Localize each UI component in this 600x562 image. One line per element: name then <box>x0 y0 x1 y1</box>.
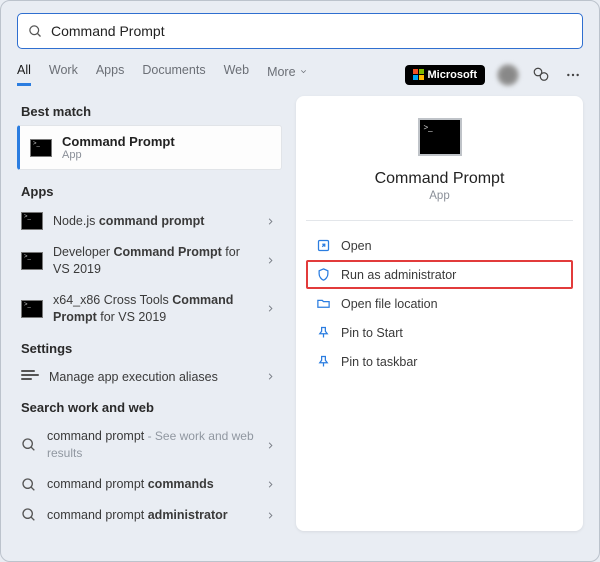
section-settings: Settings <box>21 341 282 356</box>
action-open[interactable]: Open <box>310 231 569 260</box>
header-right: Microsoft <box>405 64 584 86</box>
command-prompt-icon <box>21 212 43 230</box>
search-icon <box>28 24 43 39</box>
best-match-subtitle: App <box>62 149 175 161</box>
action-pin-to-start[interactable]: Pin to Start <box>310 318 569 347</box>
filter-tabs: All Work Apps Documents Web More <box>17 63 308 86</box>
tab-documents[interactable]: Documents <box>142 63 205 86</box>
web-result[interactable]: command prompt commands <box>17 469 282 500</box>
preview-app-icon <box>418 118 462 156</box>
app-result[interactable]: Node.js command prompt <box>17 205 282 237</box>
command-prompt-icon <box>21 300 43 318</box>
divider <box>306 220 573 221</box>
folder-icon <box>316 296 331 311</box>
search-icon <box>21 437 37 453</box>
preview-subtitle: App <box>310 190 569 202</box>
command-prompt-icon <box>21 252 43 270</box>
rewards-icon[interactable] <box>531 65 551 85</box>
app-result[interactable]: Developer Command Prompt for VS 2019 <box>17 237 282 285</box>
chevron-right-icon <box>265 479 276 490</box>
action-open-file-location[interactable]: Open file location <box>310 289 569 318</box>
pin-icon <box>316 325 331 340</box>
pin-icon <box>316 354 331 369</box>
chevron-right-icon <box>265 216 276 227</box>
tab-all[interactable]: All <box>17 63 31 86</box>
microsoft-logo-icon <box>413 69 424 80</box>
tab-more[interactable]: More <box>267 63 307 86</box>
search-input[interactable] <box>51 23 572 39</box>
action-run-as-administrator[interactable]: Run as administrator <box>306 260 573 289</box>
section-best-match: Best match <box>21 104 282 119</box>
tab-web[interactable]: Web <box>224 63 249 86</box>
chevron-right-icon <box>265 371 276 382</box>
settings-result[interactable]: Manage app execution aliases <box>17 362 282 393</box>
chevron-right-icon <box>265 255 276 266</box>
best-match-title: Command Prompt <box>62 134 175 149</box>
search-box[interactable] <box>17 13 583 49</box>
chevron-right-icon <box>265 510 276 521</box>
header-row: All Work Apps Documents Web More Microso… <box>17 63 583 86</box>
microsoft-label: Microsoft <box>428 69 478 81</box>
command-prompt-icon <box>30 139 52 157</box>
user-avatar[interactable] <box>497 64 519 86</box>
best-match-result[interactable]: Command Prompt App <box>17 125 282 170</box>
more-options-icon[interactable] <box>563 65 583 85</box>
search-icon <box>21 477 37 493</box>
action-pin-to-taskbar[interactable]: Pin to taskbar <box>310 347 569 376</box>
chevron-down-icon <box>299 67 308 76</box>
settings-list-icon <box>21 370 39 384</box>
tab-apps[interactable]: Apps <box>96 63 125 86</box>
web-result[interactable]: command prompt - See work and web result… <box>17 421 282 469</box>
chevron-right-icon <box>265 303 276 314</box>
app-result[interactable]: x64_x86 Cross Tools Command Prompt for V… <box>17 285 282 333</box>
open-icon <box>316 238 331 253</box>
preview-title: Command Prompt <box>310 170 569 188</box>
chevron-right-icon <box>265 440 276 451</box>
section-apps: Apps <box>21 184 282 199</box>
section-search-work-web: Search work and web <box>21 400 282 415</box>
microsoft-badge[interactable]: Microsoft <box>405 65 486 85</box>
preview-panel: Command Prompt App Open Run as administr… <box>296 96 583 531</box>
shield-icon <box>316 267 331 282</box>
web-result[interactable]: command prompt administrator <box>17 500 282 531</box>
search-icon <box>21 507 37 523</box>
tab-work[interactable]: Work <box>49 63 78 86</box>
results-column: Best match Command Prompt App Apps Node.… <box>17 96 282 531</box>
